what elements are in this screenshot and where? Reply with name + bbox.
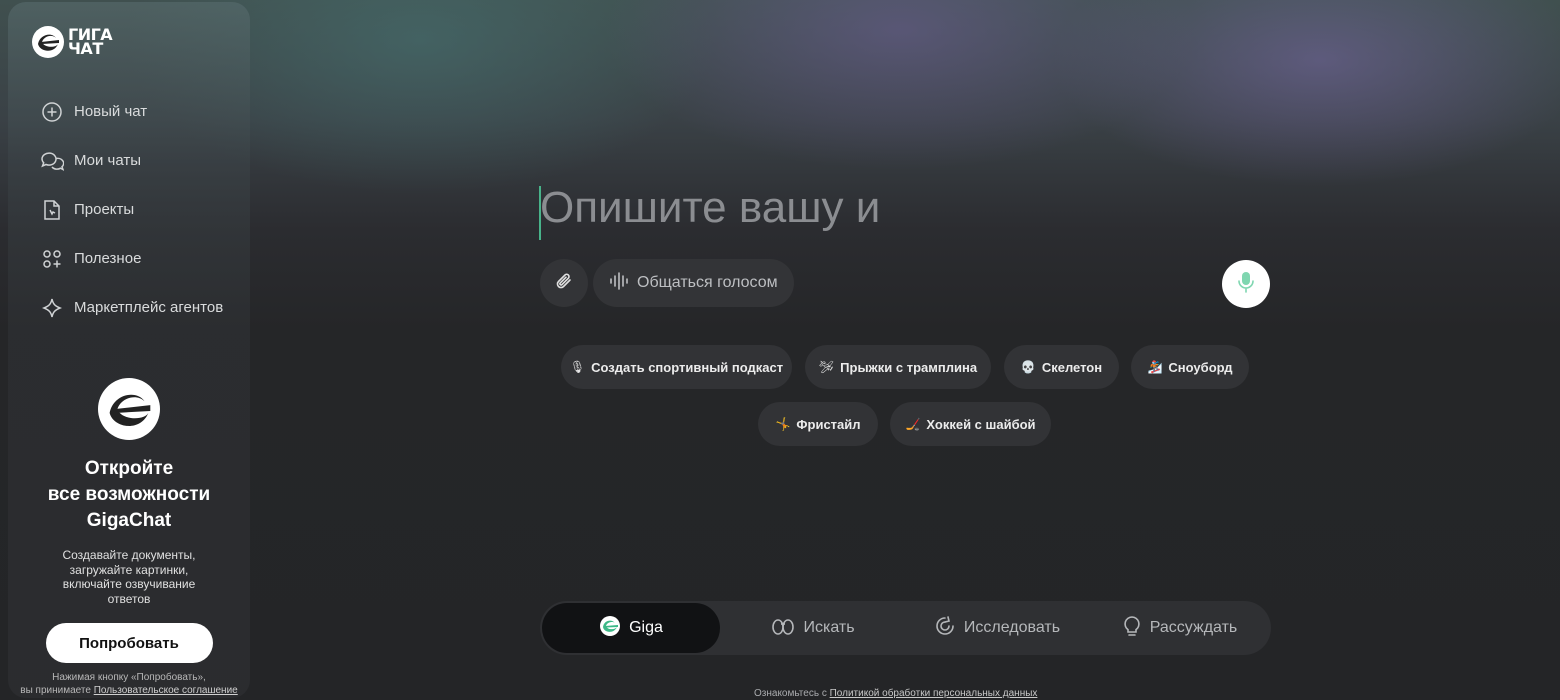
binoculars-icon (771, 616, 795, 641)
suggestion-chip[interactable]: 🎙 Создать спортивный подкаст (561, 345, 792, 389)
sidebar-item-label: Полезное (74, 250, 142, 267)
snowboarder-emoji-icon: 🏂 (1147, 360, 1163, 374)
paperclip-icon (555, 272, 573, 295)
sidebar-item-label: Мои чаты (74, 152, 142, 169)
hockey-emoji-icon: 🏒 (905, 417, 921, 431)
chat-bubbles-icon (40, 149, 64, 173)
sidebar-item-label: Проекты (74, 201, 135, 218)
voice-chat-label: Общаться голосом (637, 274, 778, 291)
sidebar-item-label: Маркетплейс агентов (74, 299, 224, 316)
sidebar-nav: Новый чат Мои чаты Проекты Полезное Марк… (40, 87, 240, 332)
sidebar-item-label: Новый чат (74, 103, 148, 120)
sidebar-item-new-chat[interactable]: Новый чат (40, 87, 240, 136)
sidebar-item-my-chats[interactable]: Мои чаты (40, 136, 240, 185)
sparkle-icon (40, 296, 64, 320)
giga-logo-icon (599, 615, 621, 642)
mode-research[interactable]: Исследовать (906, 603, 1088, 653)
skull-emoji-icon: 💀 (1020, 360, 1036, 374)
sidebar-item-projects[interactable]: Проекты (40, 185, 240, 234)
plane-emoji-icon: 🛩 (818, 360, 835, 374)
sidebar: ГИГА ЧАТ Новый чат Мои чаты Проекты Поле… (8, 2, 250, 698)
logo-wordmark: ГИГА ЧАТ (68, 25, 113, 58)
suggestion-chip[interactable]: 🤸 Фристайл (758, 402, 878, 446)
microphone-button[interactable] (1222, 260, 1270, 308)
soundwave-icon (609, 271, 629, 296)
sidebar-item-agents-marketplace[interactable]: Маркетплейс агентов (40, 283, 240, 332)
mode-giga[interactable]: Giga (542, 603, 720, 653)
gigachat-logo[interactable]: ГИГА ЧАТ (32, 25, 113, 58)
promo-description: Создавайте документы, загружайте картинк… (62, 548, 196, 606)
mode-switcher: Giga Искать Исследовать Рассуждать (540, 601, 1271, 655)
project-file-icon (40, 198, 64, 222)
attach-button[interactable] (540, 259, 588, 307)
plus-circle-icon (40, 100, 64, 124)
mode-reason[interactable]: Рассуждать (1090, 603, 1269, 653)
microphone-emoji-icon: 🎙 (569, 360, 586, 374)
voice-chat-button[interactable]: Общаться голосом (593, 259, 794, 307)
suggestion-chip[interactable]: 💀 Скелетон (1004, 345, 1119, 389)
cartwheel-emoji-icon: 🤸 (775, 417, 791, 431)
suggestion-chip[interactable]: 🛩 Прыжки с трамплина (805, 345, 991, 389)
mode-search[interactable]: Искать (722, 603, 904, 653)
sidebar-item-useful[interactable]: Полезное (40, 234, 240, 283)
user-agreement-link[interactable]: Пользовательское соглашение (94, 685, 238, 696)
apps-icon (40, 247, 64, 271)
research-spiral-icon (934, 615, 956, 642)
gigachat-promo-logo-icon (98, 378, 160, 440)
promo-title: Откройте все возможности GigaChat (47, 458, 211, 531)
microphone-icon (1237, 271, 1255, 298)
suggestion-chip[interactable]: 🏒 Хоккей с шайбой (890, 402, 1051, 446)
promo-disclaimer: Нажимая кнопку «Попробовать», вы принима… (20, 672, 238, 696)
try-button[interactable]: Попробовать (45, 623, 213, 663)
privacy-policy-link[interactable]: Политикой обработки персональных данных (830, 688, 1038, 699)
promo-card: Откройте все возможности GigaChat Создав… (8, 378, 250, 697)
suggestion-chip[interactable]: 🏂 Сноуборд (1131, 345, 1249, 389)
gigachat-logo-icon (32, 26, 64, 58)
lightbulb-icon (1122, 615, 1142, 642)
prompt-input[interactable]: Опишите вашу и (540, 183, 880, 233)
